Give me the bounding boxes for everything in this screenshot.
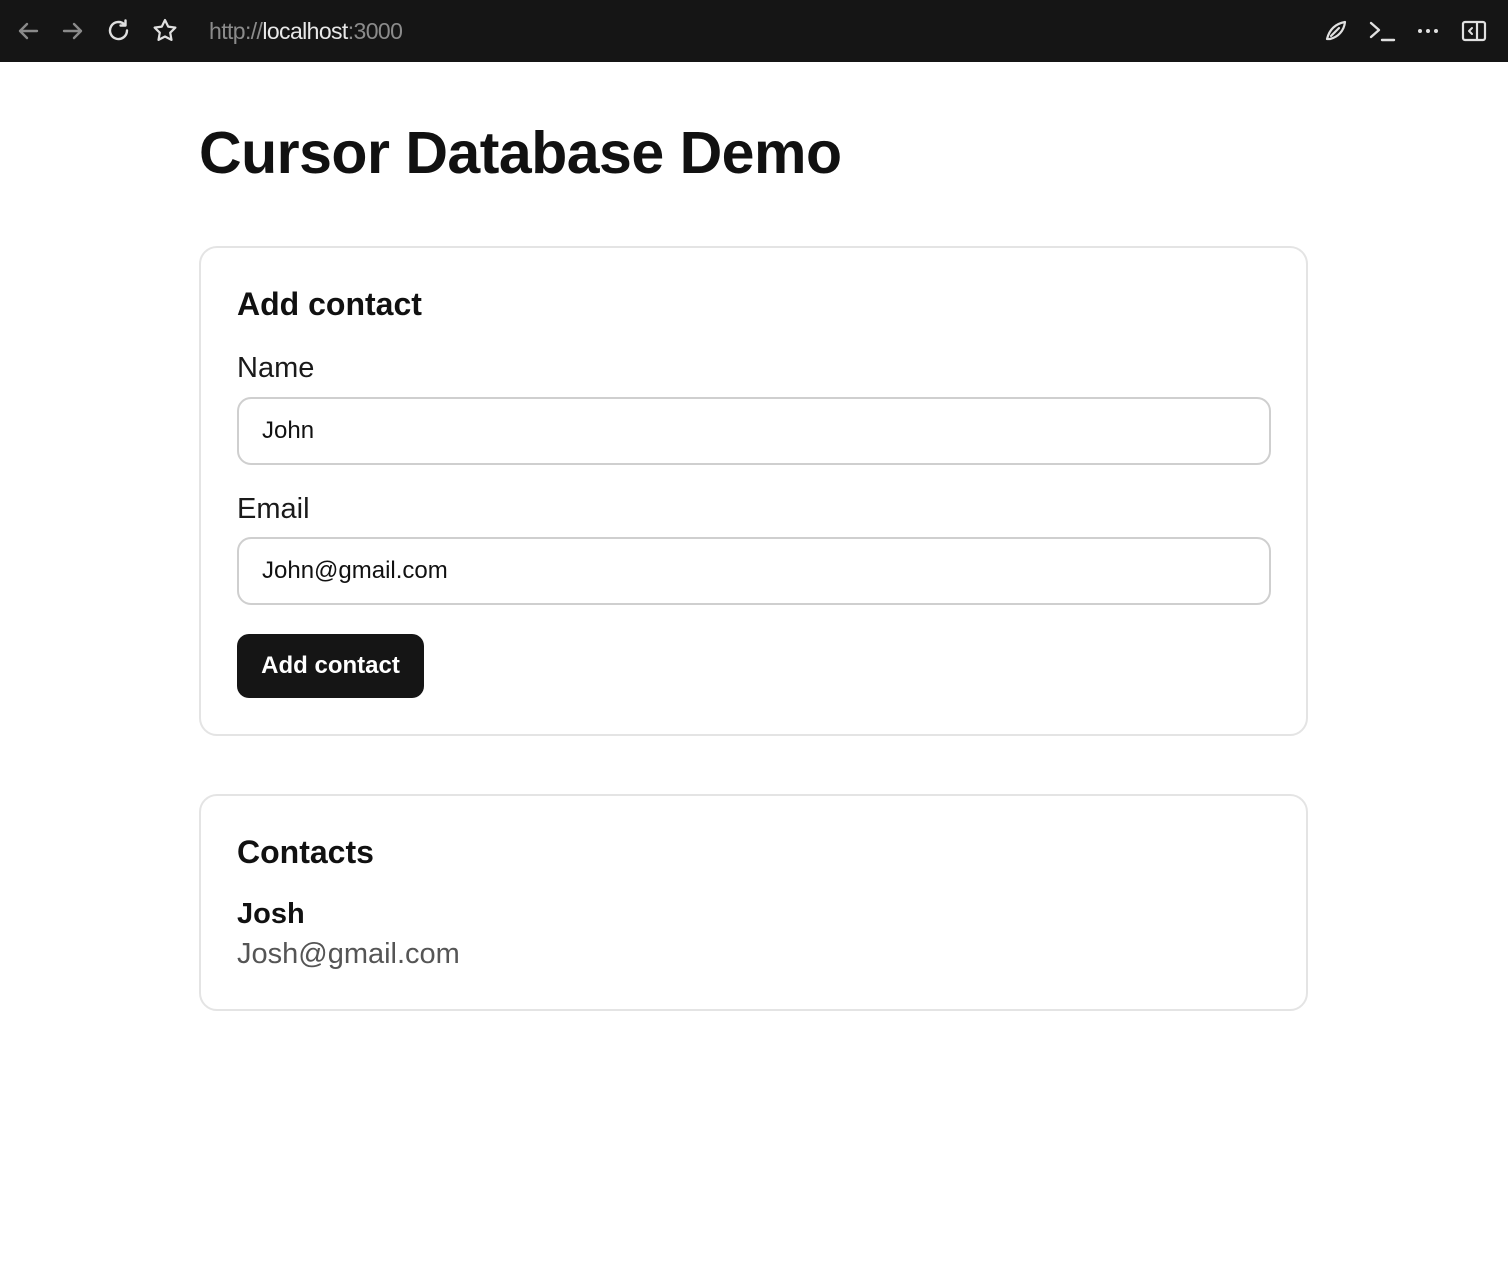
page-title: Cursor Database Demo — [199, 120, 842, 186]
back-arrow-icon — [18, 22, 39, 40]
add-contact-heading: Add contact — [237, 286, 422, 322]
email-label: Email — [237, 493, 310, 525]
contacts-card: Contacts Josh Josh@gmail.com — [199, 794, 1308, 1011]
extension-button[interactable] — [1316, 11, 1356, 51]
add-contact-card: Add contact Name Email Add contact — [199, 246, 1308, 736]
url-host: localhost — [262, 18, 348, 44]
terminal-button[interactable] — [1362, 11, 1402, 51]
extension-icon — [1325, 20, 1347, 41]
browser-toolbar: http://localhost:3000 — [0, 0, 1508, 62]
forward-button[interactable] — [53, 11, 93, 51]
more-options-icon — [1418, 29, 1438, 33]
url-scheme: http:// — [209, 18, 263, 44]
name-input[interactable] — [237, 397, 1271, 465]
sidebar-toggle-button[interactable] — [1454, 11, 1494, 51]
contacts-heading: Contacts — [237, 834, 374, 870]
contact-name: Josh — [237, 898, 305, 930]
bookmark-button[interactable] — [145, 11, 185, 51]
address-bar[interactable]: http://localhost:3000 — [209, 16, 403, 46]
reload-button[interactable] — [99, 11, 139, 51]
url-port: :3000 — [347, 18, 403, 44]
email-input[interactable] — [237, 537, 1271, 605]
contact-email: Josh@gmail.com — [237, 938, 460, 970]
add-contact-button[interactable]: Add contact — [237, 634, 424, 698]
name-label: Name — [237, 352, 315, 384]
more-options-button[interactable] — [1408, 11, 1448, 51]
back-button[interactable] — [8, 11, 48, 51]
terminal-icon — [1369, 21, 1396, 42]
forward-arrow-icon — [62, 22, 83, 40]
reload-icon — [108, 19, 129, 41]
sidebar-toggle-icon — [1461, 20, 1487, 42]
bookmark-star-icon — [153, 18, 177, 41]
